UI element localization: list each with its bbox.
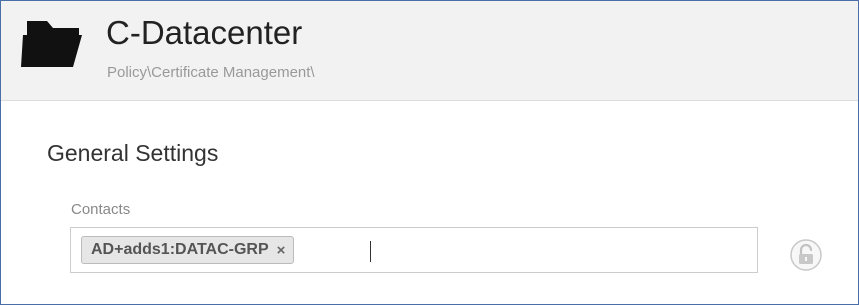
unlocked-padlock-icon[interactable] bbox=[790, 239, 822, 271]
text-caret bbox=[370, 241, 371, 262]
remove-tag-icon[interactable]: × bbox=[277, 243, 286, 258]
breadcrumb: Policy\Certificate Management\ bbox=[107, 64, 315, 81]
contacts-input[interactable]: AD+adds1:DATAC-GRP × bbox=[70, 227, 758, 273]
contact-tag: AD+adds1:DATAC-GRP × bbox=[81, 236, 295, 264]
contact-tag-label: AD+adds1:DATAC-GRP bbox=[91, 241, 269, 258]
contacts-label: Contacts bbox=[71, 201, 131, 218]
folder-open-icon bbox=[21, 19, 83, 69]
section-title: General Settings bbox=[47, 140, 219, 166]
page-header: C-Datacenter Policy\Certificate Manageme… bbox=[1, 1, 858, 101]
policy-settings-window: C-Datacenter Policy\Certificate Manageme… bbox=[0, 0, 859, 305]
page-title: C-Datacenter bbox=[106, 14, 303, 51]
